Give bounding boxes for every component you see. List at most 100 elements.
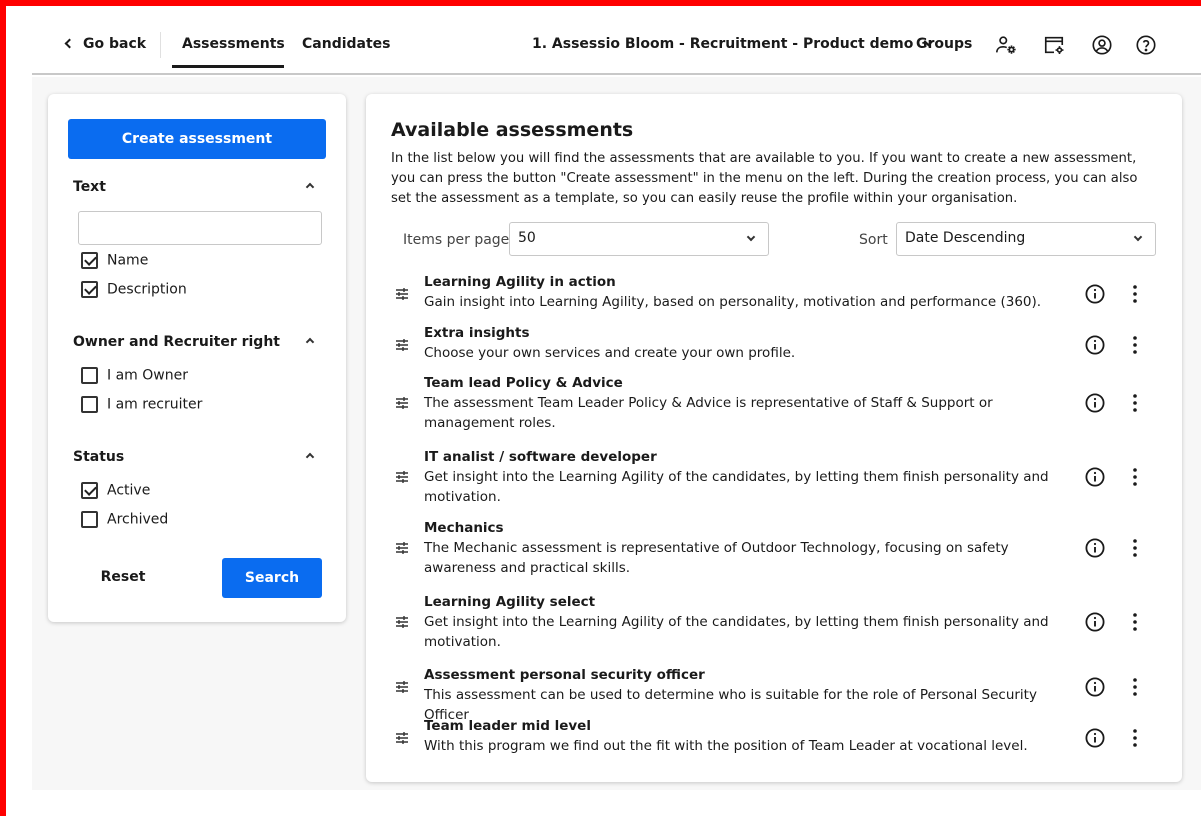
checkbox-unchecked[interactable] [81,396,98,413]
checkbox-i-am-recruiter[interactable]: I am recruiter [81,396,202,416]
tune-icon [396,542,408,554]
user-settings-icon[interactable] [995,34,1017,56]
tab-candidates[interactable]: Candidates [302,36,391,52]
assessment-title: IT analist / software developer [424,449,657,465]
assessment-description: Get insight into the Learning Agility of… [424,469,1049,505]
assessment-item[interactable]: Team lead Policy & Advice The assessment … [394,375,1164,433]
more-vertical-icon[interactable] [1130,611,1140,633]
assessment-item[interactable]: Learning Agility in action Gain insight i… [394,274,1164,312]
text-search-input[interactable] [78,211,322,245]
filter-section-status-header[interactable]: Status [73,449,315,465]
items-per-page-label: Items per page [403,232,510,248]
checkbox-label: Active [107,482,151,499]
assessment-title: Extra insights [424,325,530,341]
assessment-item[interactable]: Team leader mid level With this program w… [394,718,1164,756]
assessment-item[interactable]: Learning Agility select Get insight into … [394,594,1164,652]
checkbox-label: Name [107,252,149,269]
top-navigation: Go back Assessments Candidates 1. Assess… [32,26,1201,75]
checkbox-checked[interactable] [81,482,98,499]
checkbox-label: Description [107,281,187,298]
checkbox-name[interactable]: Name [81,252,148,272]
info-icon[interactable] [1084,727,1106,749]
checkbox-label: Archived [107,511,169,528]
chevron-down-icon [746,232,756,242]
chevron-left-icon [64,38,75,49]
tab-assessments[interactable]: Assessments [182,36,285,52]
filter-section-title: Status [73,449,125,465]
create-assessment-button[interactable]: Create assessment [68,119,326,159]
info-icon[interactable] [1084,537,1106,559]
info-icon[interactable] [1084,392,1106,414]
nav-divider [160,32,161,58]
sort-select[interactable]: Date Descending [896,222,1156,256]
info-icon[interactable] [1084,466,1106,488]
assessment-description: Get insight into the Learning Agility of… [424,614,1049,650]
assessment-description: With this program we find out the fit wi… [424,738,1028,754]
assessment-item[interactable]: Mechanics The Mechanic assessment is repr… [394,520,1164,578]
more-vertical-icon[interactable] [1130,727,1140,749]
info-icon[interactable] [1084,611,1106,633]
assessment-title: Learning Agility in action [424,274,616,290]
more-vertical-icon[interactable] [1130,334,1140,356]
checkbox-i-am-owner[interactable]: I am Owner [81,367,188,387]
page-description: In the list below you will find the asse… [391,151,1138,206]
reset-button[interactable]: Reset [82,560,164,594]
assessment-description: The assessment Team Leader Policy & Advi… [424,395,993,431]
checkbox-active[interactable]: Active [81,482,150,502]
active-tab-indicator [172,65,284,68]
items-per-page-value: 50 [518,230,536,246]
tune-icon [396,339,408,351]
checkbox-unchecked[interactable] [81,511,98,528]
assessment-title: Team leader mid level [424,718,591,734]
tune-icon [396,732,408,744]
assessment-item[interactable]: IT analist / software developer Get insig… [394,449,1164,507]
project-selector-label: 1. Assessio Bloom - Recruitment - Produc… [532,36,914,52]
chevron-down-icon [1133,232,1143,242]
checkbox-archived[interactable]: Archived [81,511,168,531]
checkbox-checked[interactable] [81,281,98,298]
groups-link[interactable]: Groups [916,36,972,52]
info-icon[interactable] [1084,283,1106,305]
chevron-up-icon [305,452,315,462]
filter-section-text-header[interactable]: Text [73,179,315,195]
window-settings-icon[interactable] [1043,34,1065,56]
more-vertical-icon[interactable] [1130,283,1140,305]
info-icon[interactable] [1084,676,1106,698]
filter-panel: Create assessment Text Name Description … [48,94,346,622]
checkbox-checked[interactable] [81,252,98,269]
app: Go back Assessments Candidates 1. Assess… [6,6,1201,816]
assessment-description: Choose your own services and create your… [424,345,796,361]
info-icon[interactable] [1084,334,1106,356]
account-icon[interactable] [1091,34,1113,56]
sort-value: Date Descending [905,230,1026,246]
items-per-page-select[interactable]: 50 [509,222,769,256]
tune-icon [396,397,408,409]
assessment-description: Gain insight into Learning Agility, base… [424,294,1042,310]
more-vertical-icon[interactable] [1130,392,1140,414]
go-back-link[interactable]: Go back [64,36,146,52]
checkbox-description[interactable]: Description [81,281,187,301]
chevron-up-icon [305,337,315,347]
filter-section-title: Owner and Recruiter right [73,334,280,350]
project-selector[interactable]: 1. Assessio Bloom - Recruitment - Produc… [532,36,934,52]
tune-icon [396,616,408,628]
assessment-description: The Mechanic assessment is representativ… [424,540,1009,576]
chevron-up-icon [305,182,315,192]
checkbox-label: I am recruiter [107,396,203,413]
more-vertical-icon[interactable] [1130,537,1140,559]
assessment-title: Assessment personal security officer [424,667,705,683]
tune-icon [396,471,408,483]
tune-icon [396,288,408,300]
help-icon[interactable] [1135,34,1157,56]
more-vertical-icon[interactable] [1130,676,1140,698]
filter-section-owner-header[interactable]: Owner and Recruiter right [73,334,315,350]
more-vertical-icon[interactable] [1130,466,1140,488]
assessments-panel: Available assessments In the list below … [366,94,1182,782]
search-button[interactable]: Search [222,558,322,598]
filter-section-title: Text [73,179,106,195]
sort-label: Sort [859,232,888,248]
assessment-item[interactable]: Extra insights Choose your own services a… [394,325,1164,363]
assessment-title: Team lead Policy & Advice [424,375,623,391]
assessment-item[interactable]: Assessment personal security officer This… [394,667,1164,723]
checkbox-unchecked[interactable] [81,367,98,384]
